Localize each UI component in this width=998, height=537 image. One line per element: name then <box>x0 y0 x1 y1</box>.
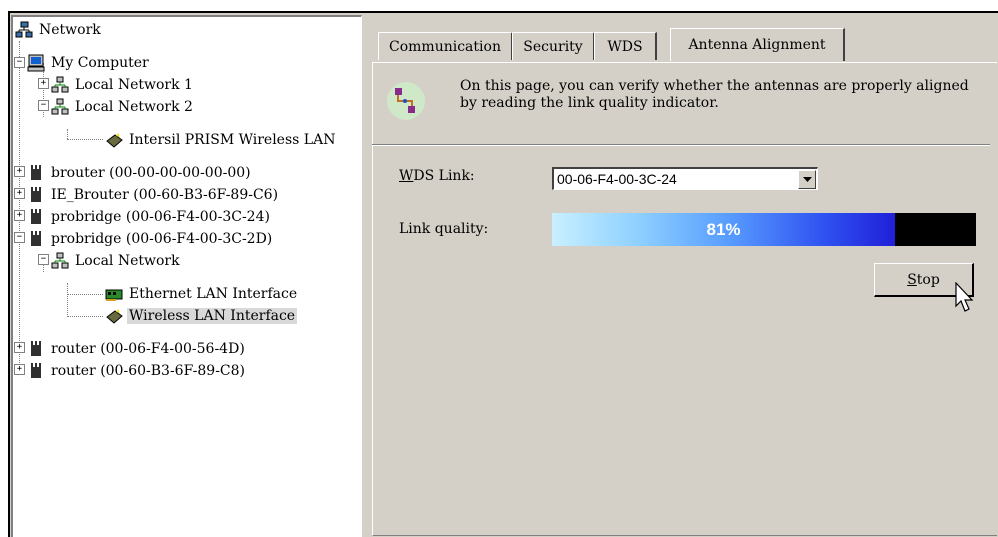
router-device-icon <box>27 208 45 226</box>
local-network-icon <box>51 76 69 94</box>
tree-item-local-network-1[interactable]: Local Network 1 <box>51 74 195 96</box>
link-quality-label: Link quality: <box>399 221 489 237</box>
local-network-icon <box>51 98 69 116</box>
tree-item-router-89-c8[interactable]: router (00-60-B3-6F-89-C8) <box>27 360 247 382</box>
wireless-card-icon <box>105 307 123 325</box>
router-device-icon <box>27 362 45 380</box>
computer-icon <box>27 54 45 72</box>
wds-link-label: WDS Link: <box>399 168 475 184</box>
dropdown-arrow-icon[interactable] <box>798 170 816 189</box>
tab-antenna-alignment[interactable]: Antenna Alignment <box>670 28 845 61</box>
wds-link-value: 00-06-F4-00-3C-24 <box>557 171 677 187</box>
network-tree[interactable]: Network − My Computer + Local Network 1 … <box>11 15 362 537</box>
local-network-icon <box>51 252 69 270</box>
router-device-icon <box>27 164 45 182</box>
router-device-icon <box>27 186 45 204</box>
tree-item-probridge-3c-2d[interactable]: probridge (00-06-F4-00-3C-2D) <box>27 228 274 250</box>
collapse-toggle[interactable]: − <box>38 100 49 111</box>
network-icon <box>15 21 33 39</box>
tab-security[interactable]: Security <box>512 32 595 60</box>
router-device-icon <box>27 340 45 358</box>
expand-toggle[interactable]: + <box>14 210 25 221</box>
tree-item-brouter[interactable]: brouter (00-00-00-00-00-00) <box>27 162 253 184</box>
tree-item-ie-brouter[interactable]: IE_Brouter (00-60-B3-6F-89-C6) <box>27 184 280 206</box>
link-quality-bar: 81% <box>552 213 976 246</box>
tree-item-local-network[interactable]: Local Network <box>51 250 182 272</box>
tree-item-my-computer[interactable]: My Computer <box>27 52 151 74</box>
expand-toggle[interactable]: + <box>14 342 25 353</box>
collapse-toggle[interactable]: − <box>14 57 25 68</box>
link-quality-percent: 81% <box>706 220 741 239</box>
expand-toggle[interactable]: + <box>14 364 25 375</box>
collapse-toggle[interactable]: − <box>38 254 49 265</box>
tree-item-probridge-3c-24[interactable]: probridge (00-06-F4-00-3C-24) <box>27 206 272 228</box>
wds-link-select[interactable]: 00-06-F4-00-3C-24 <box>552 167 818 190</box>
tab-page-antenna-alignment <box>372 62 997 536</box>
tree-item-local-network-2[interactable]: Local Network 2 <box>51 96 195 118</box>
collapse-toggle[interactable]: − <box>14 232 25 243</box>
tab-communication[interactable]: Communication <box>378 32 513 60</box>
expand-toggle[interactable]: + <box>14 166 25 177</box>
tree-item-intersil-prism-wireless[interactable]: Intersil PRISM Wireless LAN <box>105 129 337 151</box>
tab-wds[interactable]: WDS <box>594 32 657 60</box>
ethernet-card-icon <box>105 285 123 303</box>
tree-item-network[interactable]: Network <box>15 19 103 41</box>
divider <box>372 144 990 146</box>
expand-toggle[interactable]: + <box>14 188 25 199</box>
info-text: On this page, you can verify whether the… <box>460 78 969 111</box>
tree-item-router-56-4d[interactable]: router (00-06-F4-00-56-4D) <box>27 338 247 360</box>
router-device-icon <box>27 230 45 248</box>
tree-item-wireless-lan-interface[interactable]: Wireless LAN Interface <box>105 305 298 327</box>
stop-button-label: Stop <box>907 271 940 288</box>
antenna-alignment-icon <box>386 80 426 122</box>
wireless-card-icon <box>105 131 123 149</box>
expand-toggle[interactable]: + <box>38 78 49 89</box>
tree-item-ethernet-lan-interface[interactable]: Ethernet LAN Interface <box>105 283 299 305</box>
mouse-cursor-icon <box>955 281 975 314</box>
